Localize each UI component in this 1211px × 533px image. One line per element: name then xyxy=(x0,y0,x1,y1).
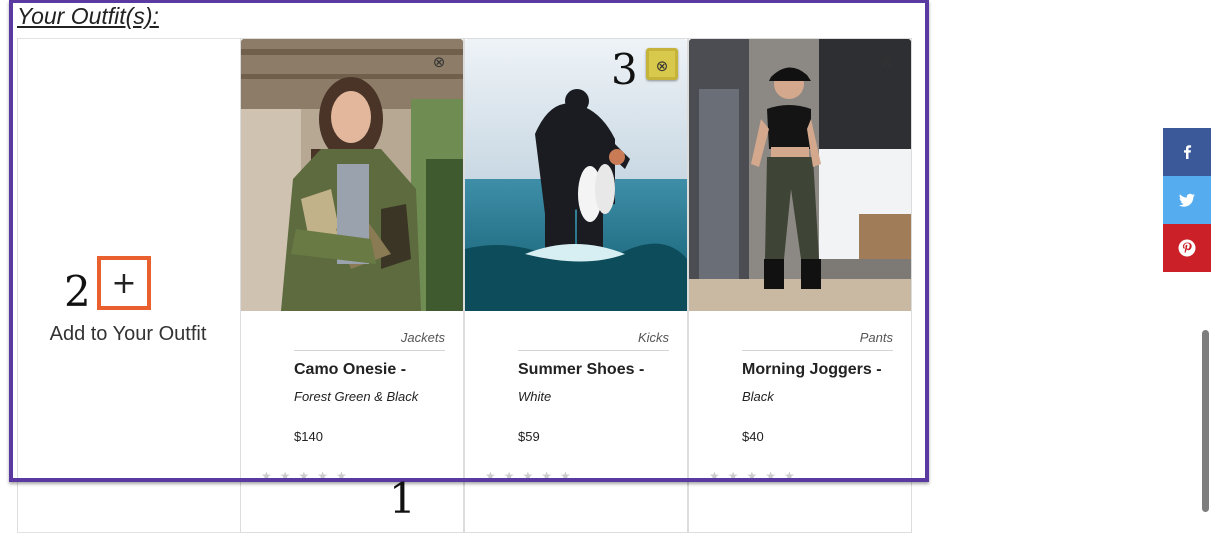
product-name[interactable]: Morning Joggers - xyxy=(742,361,882,379)
remove-outfit-button[interactable]: ⊗ xyxy=(430,53,448,71)
product-name-text: Morning Joggers xyxy=(742,361,872,378)
outfit-card[interactable]: ⊗ Pants Morning Joggers - Black $40 ★★★★… xyxy=(688,38,912,533)
remove-outfit-button[interactable]: ⊗ xyxy=(646,48,678,80)
product-image[interactable] xyxy=(241,39,463,311)
product-category: Kicks xyxy=(637,330,669,345)
product-category: Jackets xyxy=(400,330,445,345)
facebook-share-button[interactable] xyxy=(1163,128,1211,176)
product-price: $59 xyxy=(518,429,540,444)
product-style: Forest Green & Black xyxy=(294,389,419,404)
twitter-icon xyxy=(1178,193,1195,207)
section-title: Your Outfit(s): xyxy=(17,3,159,29)
product-name-text: Summer Shoes xyxy=(518,361,635,378)
outfit-card[interactable]: ⊗ Kicks Summer Shoes - White $59 ★★★★★ xyxy=(464,38,688,533)
product-price: $40 xyxy=(742,429,764,444)
annotation-number: 1 xyxy=(389,474,416,523)
product-name[interactable]: Camo Onesie - xyxy=(294,361,406,379)
annotation-number: 3 xyxy=(611,45,638,94)
category-divider xyxy=(742,350,893,351)
facebook-icon xyxy=(1184,145,1192,159)
name-separator: - xyxy=(876,361,882,378)
star-rating: ★★★★★ xyxy=(709,469,803,483)
name-separator: - xyxy=(400,361,407,378)
annotation-number: 2 xyxy=(64,267,91,316)
add-to-outfit-label: Add to Your Outfit xyxy=(49,323,207,345)
remove-outfit-button[interactable]: ⊗ xyxy=(878,53,896,71)
product-name[interactable]: Summer Shoes - xyxy=(518,361,644,379)
product-image[interactable] xyxy=(689,39,911,311)
column-divider xyxy=(17,38,18,531)
star-rating: ★★★★★ xyxy=(485,469,579,483)
category-divider xyxy=(294,350,445,351)
product-style: White xyxy=(518,389,552,404)
category-divider xyxy=(518,350,669,351)
outfit-card[interactable]: ⊗ Jackets Camo Onesie - Forest Green & B… xyxy=(240,38,464,533)
name-separator: - xyxy=(638,361,645,378)
pinterest-share-button[interactable] xyxy=(1163,224,1211,272)
add-to-outfit-button[interactable]: + xyxy=(97,256,151,310)
star-rating: ★★★★★ xyxy=(261,469,355,483)
product-style: Black xyxy=(742,389,774,404)
page-scrollbar[interactable] xyxy=(1202,330,1209,512)
pinterest-icon xyxy=(1178,239,1196,257)
product-category: Pants xyxy=(859,330,893,345)
twitter-share-button[interactable] xyxy=(1163,176,1211,224)
product-name-text: Camo Onesie xyxy=(294,361,397,378)
product-price: $140 xyxy=(294,429,323,444)
